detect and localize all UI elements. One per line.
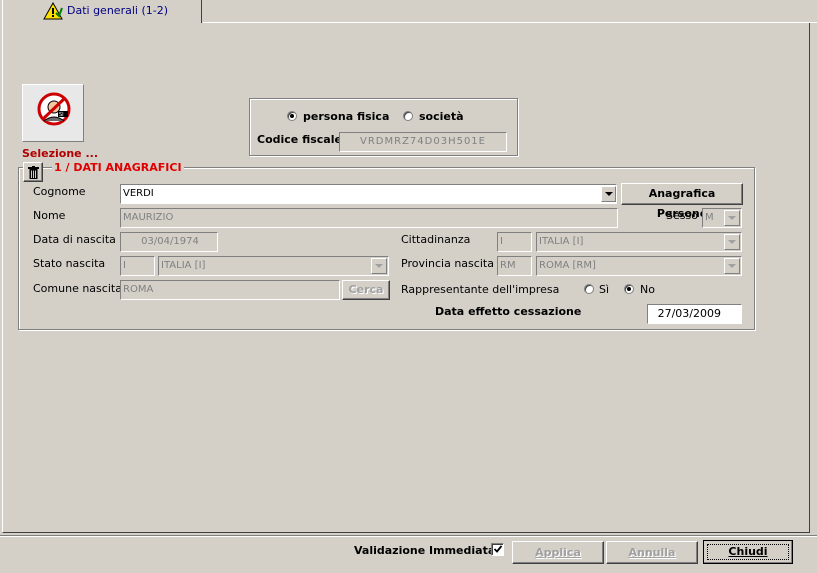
radio-societa-indicator[interactable]	[403, 111, 413, 121]
chiudi-button[interactable]: Chiudi	[703, 540, 793, 564]
data-nascita-label: Data di nascita	[33, 233, 116, 246]
cognome-value: VERDI	[123, 188, 154, 199]
chevron-down-icon	[604, 192, 613, 196]
radio-no-indicator[interactable]	[624, 284, 634, 294]
warning-icon	[43, 1, 63, 23]
stato-nascita-combo[interactable]: ITALIA [I]	[158, 256, 389, 276]
stato-nascita-label: Stato nascita	[33, 257, 106, 270]
tab-label: Dati generali (1-2)	[67, 4, 168, 17]
applica-button[interactable]: Applica	[512, 541, 604, 564]
selector-button[interactable]: SI	[22, 84, 84, 142]
provincia-code-field[interactable]: RM	[497, 256, 532, 276]
annulla-button[interactable]: Annulla	[606, 541, 698, 564]
chevron-down-icon	[375, 264, 383, 268]
section-title: 1 / DATI ANAGRAFICI	[52, 161, 184, 174]
cerca-button[interactable]: Cerca	[342, 280, 390, 300]
cittadinanza-label: Cittadinanza	[401, 233, 471, 246]
sesso-dropdown-button[interactable]	[724, 210, 740, 226]
cittadinanza-combo[interactable]: ITALIA [I]	[536, 232, 742, 252]
radio-no-label: No	[640, 283, 655, 296]
comune-nascita-label: Comune nascita	[33, 282, 122, 295]
radio-societa-label: società	[419, 110, 464, 123]
stato-nascita-value: ITALIA [I]	[161, 260, 206, 271]
validazione-checkbox[interactable]	[491, 543, 504, 556]
codice-fiscale-field[interactable]: VRDMRZ74D03H501E	[339, 132, 507, 152]
delete-button[interactable]	[23, 162, 43, 182]
data-nascita-field[interactable]: 03/04/1974	[120, 232, 218, 252]
provincia-nascita-label: Provincia nascita	[401, 257, 494, 270]
cognome-combo[interactable]: VERDI	[120, 184, 617, 204]
cittadinanza-dropdown-button[interactable]	[724, 234, 740, 250]
svg-text:SI: SI	[59, 112, 64, 118]
selector-label: Selezione ...	[22, 147, 99, 160]
validazione-label: Validazione Immediata	[354, 544, 496, 557]
stato-nascita-dropdown-button[interactable]	[371, 258, 387, 274]
cognome-label: Cognome	[33, 185, 86, 198]
provincia-dropdown-button[interactable]	[724, 258, 740, 274]
cognome-dropdown-button[interactable]	[601, 186, 616, 202]
comune-nascita-field[interactable]: ROMA	[120, 280, 340, 300]
chevron-down-icon	[728, 216, 736, 220]
sesso-label: Sesso	[666, 209, 698, 222]
cittadinanza-value: ITALIA [I]	[539, 236, 584, 247]
person-selector-icon: SI	[34, 91, 74, 138]
nome-field[interactable]: MAURIZIO	[120, 208, 618, 228]
anagrafica-persone-button[interactable]: Anagrafica Persone	[621, 183, 743, 220]
cittadinanza-code-field[interactable]: I	[497, 232, 532, 252]
radio-si-label: Sì	[599, 283, 610, 296]
cessazione-field[interactable]: 27/03/2009	[647, 304, 742, 324]
provincia-combo[interactable]: ROMA [RM]	[536, 256, 742, 276]
radio-dot	[627, 287, 631, 291]
rappresentante-label: Rappresentante dell'impresa	[401, 283, 560, 296]
radio-si-indicator[interactable]	[584, 284, 594, 294]
radio-persona-fisica-label: persona fisica	[303, 110, 390, 123]
sesso-value: M	[705, 212, 714, 223]
chevron-down-icon	[728, 240, 736, 244]
radio-dot	[290, 114, 294, 118]
checkmark-icon	[493, 544, 503, 557]
cessazione-label: Data effetto cessazione	[435, 305, 582, 318]
chevron-down-icon	[728, 264, 736, 268]
footer-divider-light	[0, 536, 817, 537]
codice-fiscale-label: Codice fiscale	[257, 133, 342, 146]
trash-icon	[28, 166, 39, 182]
radio-persona-fisica-indicator[interactable]	[287, 111, 297, 121]
stato-nascita-code-field[interactable]: I	[120, 256, 155, 276]
nome-label: Nome	[33, 209, 66, 222]
provincia-value: ROMA [RM]	[539, 260, 596, 271]
tab-dati-generali[interactable]: Dati generali (1-2)	[2, 0, 202, 24]
